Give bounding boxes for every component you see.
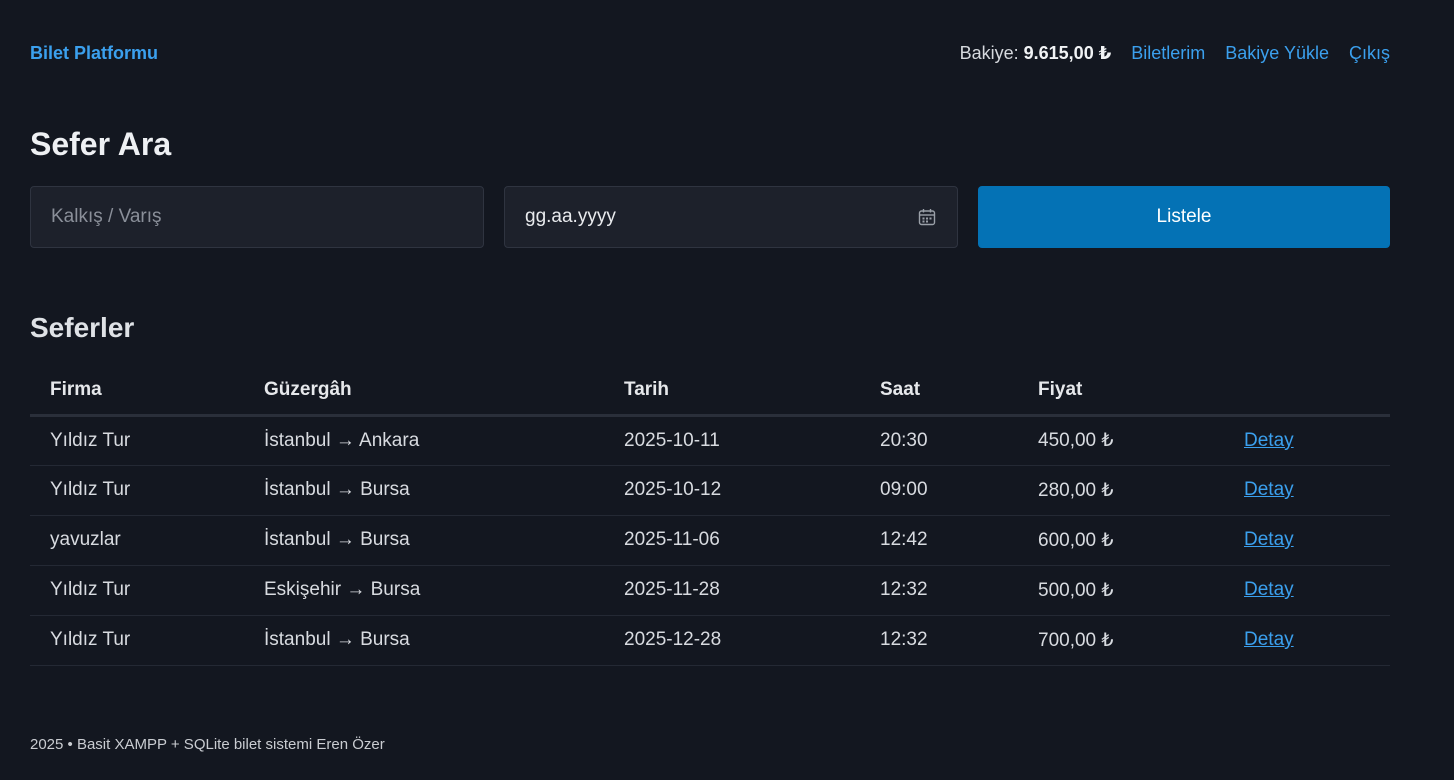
- route-input[interactable]: [30, 186, 484, 248]
- footer-text: 2025 • Basit XAMPP + SQLite bilet sistem…: [30, 736, 385, 753]
- table-row: yavuzlar İstanbul → Bursa 2025-11-06 12:…: [30, 515, 1390, 566]
- cell-time: 20:30: [860, 415, 1018, 466]
- cell-time: 12:32: [860, 615, 1018, 666]
- col-header-route: Güzergâh: [244, 366, 604, 417]
- cell-date: 2025-11-28: [604, 565, 860, 616]
- cell-route: Eskişehir → Bursa: [244, 565, 604, 616]
- cell-route: İstanbul → Bursa: [244, 515, 604, 566]
- footer: 2025 • Basit XAMPP + SQLite bilet sistem…: [30, 736, 385, 753]
- detail-link[interactable]: Detay: [1244, 629, 1294, 650]
- list-button[interactable]: Listele: [978, 186, 1390, 248]
- cell-price: 600,00 ₺: [1018, 515, 1224, 566]
- cell-date: 2025-11-06: [604, 515, 860, 566]
- trips-table: Firma Güzergâh Tarih Saat Fiyat Yıldız T…: [30, 366, 1390, 666]
- cell-time: 12:42: [860, 515, 1018, 566]
- cell-action: Detay: [1224, 415, 1390, 466]
- cell-route: İstanbul → Bursa: [244, 615, 604, 666]
- cell-action: Detay: [1224, 565, 1390, 616]
- balance-label: Bakiye:: [959, 42, 1019, 63]
- cell-price: 500,00 ₺: [1018, 565, 1224, 616]
- detail-link[interactable]: Detay: [1244, 579, 1294, 600]
- balance-value: 9.615,00 ₺: [1023, 42, 1112, 63]
- nav-top-up-balance[interactable]: Bakiye Yükle: [1225, 43, 1329, 64]
- cell-time: 09:00: [860, 465, 1018, 516]
- cell-time: 12:32: [860, 565, 1018, 616]
- table-row: Yıldız Tur İstanbul → Bursa 2025-10-12 0…: [30, 465, 1390, 516]
- detail-link[interactable]: Detay: [1244, 529, 1294, 550]
- nav-logout[interactable]: Çıkış: [1349, 43, 1390, 64]
- calendar-icon[interactable]: [917, 207, 937, 227]
- page: Bilet Platformu Bakiye: 9.615,00 ₺ Bilet…: [0, 0, 1454, 780]
- cell-price: 280,00 ₺: [1018, 465, 1224, 516]
- cell-date: 2025-10-11: [604, 415, 860, 466]
- search-title: Sefer Ara: [30, 126, 172, 162]
- table-row: Yıldız Tur Eskişehir → Bursa 2025-11-28 …: [30, 565, 1390, 616]
- cell-date: 2025-10-12: [604, 465, 860, 516]
- cell-action: Detay: [1224, 615, 1390, 666]
- balance-display: Bakiye: 9.615,00 ₺: [960, 43, 1112, 64]
- cell-action: Detay: [1224, 515, 1390, 566]
- cell-company: Yıldız Tur: [30, 565, 244, 616]
- brand-link[interactable]: Bilet Platformu: [30, 43, 158, 64]
- cell-company: Yıldız Tur: [30, 415, 244, 466]
- trips-title: Seferler: [30, 312, 135, 343]
- cell-company: Yıldız Tur: [30, 465, 244, 516]
- detail-link[interactable]: Detay: [1244, 430, 1294, 451]
- table-row: Yıldız Tur İstanbul → Ankara 2025-10-11 …: [30, 415, 1390, 466]
- cell-price: 450,00 ₺: [1018, 415, 1224, 466]
- col-header-time: Saat: [860, 366, 1018, 417]
- col-header-price: Fiyat: [1018, 366, 1224, 417]
- search-form: gg.aa.yyyy Listele: [30, 186, 1390, 248]
- cell-date: 2025-12-28: [604, 615, 860, 666]
- date-input[interactable]: gg.aa.yyyy: [504, 186, 958, 248]
- cell-company: Yıldız Tur: [30, 615, 244, 666]
- detail-link[interactable]: Detay: [1244, 479, 1294, 500]
- cell-action: Detay: [1224, 465, 1390, 516]
- table-header-row: Firma Güzergâh Tarih Saat Fiyat: [30, 366, 1390, 417]
- cell-price: 700,00 ₺: [1018, 615, 1224, 666]
- table-row: Yıldız Tur İstanbul → Bursa 2025-12-28 1…: [30, 615, 1390, 666]
- cell-route: İstanbul → Ankara: [244, 415, 604, 466]
- col-header-company: Firma: [30, 366, 244, 417]
- date-input-value: gg.aa.yyyy: [525, 206, 616, 227]
- cell-route: İstanbul → Bursa: [244, 465, 604, 516]
- user-nav: Bakiye: 9.615,00 ₺ Biletlerim Bakiye Yük…: [960, 43, 1390, 64]
- col-header-action: [1224, 366, 1390, 417]
- top-nav: Bilet Platformu Bakiye: 9.615,00 ₺ Bilet…: [30, 36, 1390, 70]
- nav-my-tickets[interactable]: Biletlerim: [1131, 43, 1205, 64]
- col-header-date: Tarih: [604, 366, 860, 417]
- cell-company: yavuzlar: [30, 515, 244, 566]
